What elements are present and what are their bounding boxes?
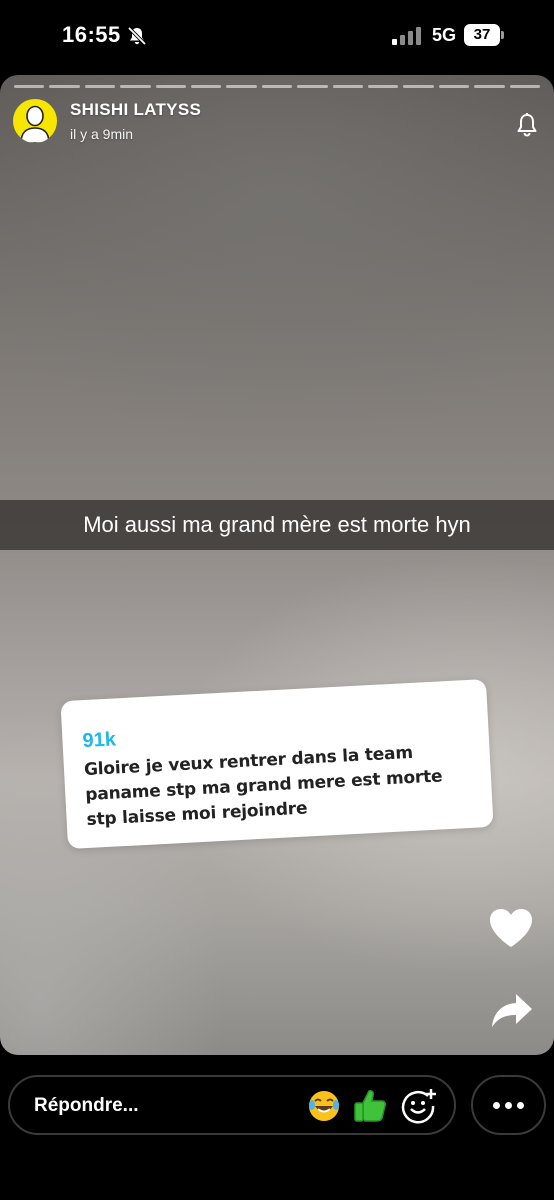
reply-count: 91k (81, 728, 117, 753)
bell-slash-icon (126, 25, 148, 47)
progress-segment (332, 85, 364, 88)
reply-placeholder[interactable]: Répondre... (34, 1095, 139, 1117)
progress-segment (14, 85, 45, 88)
progress-segment (509, 85, 541, 88)
status-bar: 16:55 5G 37 (0, 0, 554, 74)
bitmoji-silhouette-icon (20, 105, 50, 143)
progress-segment (84, 85, 116, 88)
story-view[interactable]: SHISHI LATYSS il y a 9min Moi aussi ma g… (0, 75, 554, 1055)
progress-segment (403, 85, 434, 88)
more-options-dot (505, 1101, 512, 1109)
battery-icon: 37 (464, 24, 504, 46)
story-caption: Moi aussi ma grand mère est morte hyn (83, 512, 471, 537)
status-time: 16:55 (62, 22, 121, 47)
progress-segment (226, 85, 257, 88)
progress-segment (49, 85, 80, 88)
battery-tip (501, 31, 504, 39)
more-options-icon (493, 1101, 500, 1109)
cellular-signal-icon (392, 27, 422, 45)
story-username[interactable]: SHISHI LATYSS (70, 100, 201, 120)
progress-segment (297, 85, 328, 88)
progress-segment (368, 85, 399, 88)
heart-icon[interactable] (488, 907, 534, 949)
notification-bell-icon[interactable] (513, 111, 541, 139)
story-progress-bar (14, 85, 541, 88)
reply-sticker-text: Gloire je veux rentrer dans la team pana… (83, 742, 443, 831)
progress-segment (191, 85, 222, 88)
laughing-emoji-icon[interactable] (307, 1089, 341, 1123)
progress-segment (474, 85, 505, 88)
progress-segment (120, 85, 151, 88)
more-options-dot (517, 1101, 524, 1109)
reply-input[interactable]: Répondre... (8, 1075, 456, 1135)
progress-segment (438, 85, 470, 88)
progress-segment (155, 85, 187, 88)
progress-segment (261, 85, 293, 88)
battery-level: 37 (464, 24, 500, 46)
network-type: 5G (432, 25, 457, 45)
story-timestamp: il y a 9min (70, 126, 134, 142)
story-caption-bar: Moi aussi ma grand mère est morte hyn (0, 500, 554, 550)
thumbs-up-emoji-icon[interactable] (353, 1087, 387, 1123)
avatar[interactable] (13, 99, 57, 143)
share-arrow-icon[interactable] (490, 992, 534, 1030)
more-options-button[interactable] (471, 1075, 546, 1135)
add-reaction-icon[interactable] (400, 1087, 438, 1125)
reply-sticker-card[interactable]: 91k Gloire je veux rentrer dans la team … (60, 678, 494, 850)
